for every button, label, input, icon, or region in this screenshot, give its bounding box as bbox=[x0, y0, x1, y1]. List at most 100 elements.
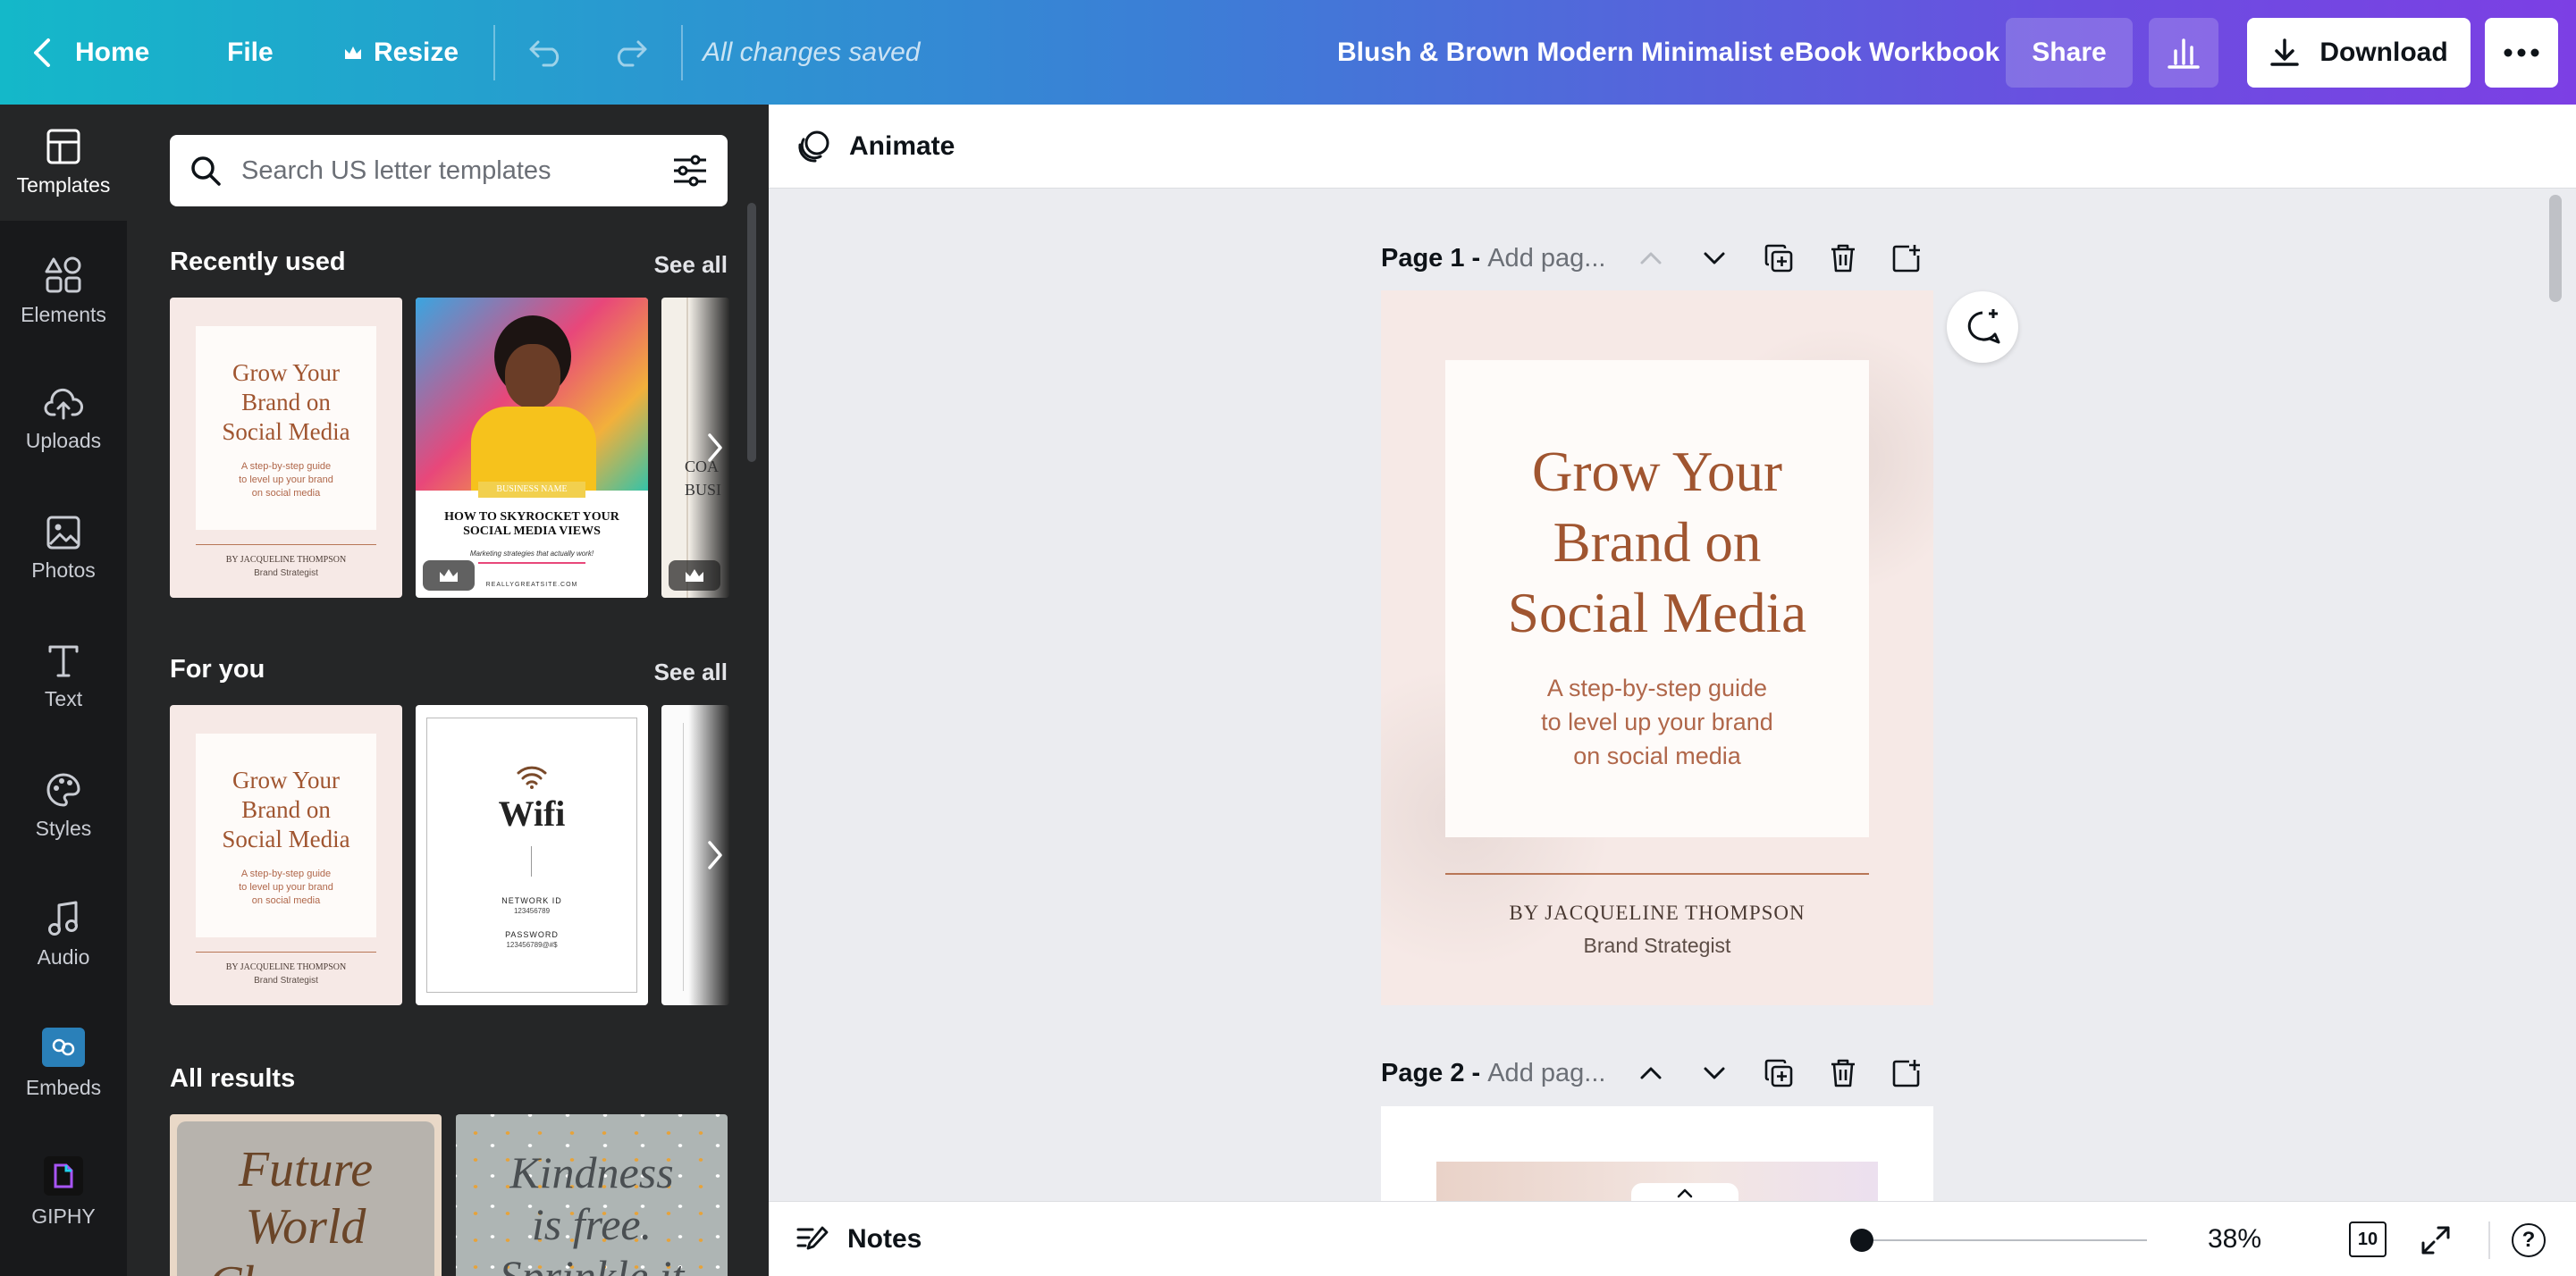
rail-item-text[interactable]: Text bbox=[0, 619, 127, 735]
embeds-icon bbox=[42, 1027, 85, 1067]
recently-used-next-button[interactable] bbox=[697, 412, 733, 483]
thumbnail-title: Future World Changers bbox=[177, 1121, 434, 1276]
network-id-label: NETWORK ID bbox=[501, 896, 562, 905]
thumbnail-title: Wifi bbox=[498, 793, 566, 834]
page-move-up-button[interactable] bbox=[1633, 240, 1669, 276]
page-2-title-input[interactable]: Add pag... bbox=[1487, 1059, 1605, 1088]
canvas-scrollbar[interactable] bbox=[2549, 195, 2562, 302]
elements-icon bbox=[45, 256, 81, 292]
thumbnail-title: Grow Your Brand on Social Media bbox=[222, 359, 350, 445]
all-results-heading: All results bbox=[170, 1064, 296, 1093]
redo-icon bbox=[617, 40, 647, 66]
toolbar-divider bbox=[681, 25, 683, 80]
chevron-right-icon bbox=[708, 841, 722, 869]
page-1-canvas[interactable]: Grow Your Brand on Social Media A step-b… bbox=[1381, 290, 1933, 1005]
animate-toolbar: Animate bbox=[769, 105, 2576, 189]
duplicate-icon bbox=[1764, 1059, 1793, 1087]
rail-item-audio[interactable]: Audio bbox=[0, 877, 127, 993]
photos-icon bbox=[46, 516, 80, 549]
page-1-title-input[interactable]: Add pag... bbox=[1487, 244, 1605, 273]
delete-page-button[interactable] bbox=[1825, 240, 1861, 276]
recently-used-see-all-link[interactable]: See all bbox=[654, 251, 728, 279]
for-you-see-all-link[interactable]: See all bbox=[654, 659, 728, 686]
template-thumbnail-skyrocket[interactable]: BUSINESS NAME HOW TO SKYROCKET YOUR SOCI… bbox=[416, 298, 648, 598]
search-input[interactable]: Search US letter templates bbox=[241, 156, 652, 186]
home-button[interactable]: Home bbox=[32, 0, 149, 105]
rail-item-embeds[interactable]: Embeds bbox=[0, 1005, 127, 1121]
page-move-down-button[interactable] bbox=[1696, 1055, 1732, 1091]
expand-pages-button[interactable] bbox=[1631, 1183, 1738, 1203]
chevron-right-icon bbox=[708, 433, 722, 462]
filter-icon[interactable] bbox=[672, 155, 708, 187]
person-shirt bbox=[471, 407, 596, 491]
page-count-button[interactable]: 10 bbox=[2349, 1221, 2387, 1257]
password-label: PASSWORD bbox=[505, 930, 559, 939]
premium-badge bbox=[423, 560, 475, 591]
bar-chart-icon bbox=[2168, 38, 2200, 69]
add-comment-button[interactable] bbox=[1947, 291, 2018, 363]
more-options-button[interactable] bbox=[2485, 18, 2558, 88]
insights-button[interactable] bbox=[2149, 18, 2218, 88]
page-move-down-button[interactable] bbox=[1696, 240, 1732, 276]
thumbnail-rule bbox=[196, 544, 376, 545]
thumbnail-rule bbox=[478, 562, 585, 564]
for-you-next-button[interactable] bbox=[697, 819, 733, 891]
thumbnail-badge: BUSINESS NAME bbox=[478, 482, 585, 498]
page-2-label: Page 2 - bbox=[1381, 1058, 1481, 1087]
rail-item-uploads[interactable]: Uploads bbox=[0, 362, 127, 478]
thumbnail-title: Kindness is free. Sprinkle it bbox=[499, 1147, 685, 1276]
zoom-level-button[interactable]: 38% bbox=[2208, 1202, 2261, 1276]
rail-label: Text bbox=[44, 686, 83, 710]
template-thumbnail-kindness[interactable]: Kindness is free. Sprinkle it bbox=[456, 1114, 728, 1276]
for-you-heading: For you bbox=[170, 655, 265, 684]
rail-item-giphy[interactable]: GIPHY bbox=[0, 1134, 127, 1250]
duplicate-page-button[interactable] bbox=[1761, 240, 1797, 276]
cover-author[interactable]: BY JACQUELINE THOMPSON bbox=[1381, 902, 1933, 925]
crown-icon bbox=[686, 569, 703, 582]
template-thumbnail-grow-brand[interactable]: Grow Your Brand on Social Media A step-b… bbox=[170, 298, 402, 598]
home-label: Home bbox=[75, 37, 150, 67]
page-move-up-button[interactable] bbox=[1633, 1055, 1669, 1091]
rail-item-templates[interactable]: Templates bbox=[0, 105, 127, 221]
thumbnail-author: BY JACQUELINE THOMPSON bbox=[225, 962, 347, 972]
animate-button[interactable]: Animate bbox=[796, 129, 955, 164]
duplicate-page-button[interactable] bbox=[1761, 1055, 1797, 1091]
chevron-up-icon bbox=[1677, 1188, 1693, 1198]
chevron-left-icon bbox=[34, 38, 50, 67]
help-button[interactable]: ? bbox=[2510, 1221, 2547, 1259]
zoom-slider-handle[interactable] bbox=[1850, 1229, 1873, 1252]
resize-button[interactable]: Resize bbox=[343, 0, 459, 105]
panel-scrollbar[interactable] bbox=[747, 203, 756, 462]
download-button[interactable]: Download bbox=[2247, 18, 2471, 88]
delete-page-button[interactable] bbox=[1825, 1055, 1861, 1091]
template-search-box[interactable]: Search US letter templates bbox=[170, 135, 728, 206]
fullscreen-button[interactable] bbox=[2417, 1221, 2454, 1259]
zoom-slider[interactable] bbox=[1861, 1239, 2147, 1241]
person-face bbox=[505, 344, 560, 408]
add-page-button[interactable] bbox=[1889, 240, 1924, 276]
cover-subtitle[interactable]: A step-by-step guide to level up your br… bbox=[1381, 671, 1933, 773]
expand-icon bbox=[2421, 1226, 2450, 1255]
cover-author-role[interactable]: Brand Strategist bbox=[1381, 934, 1933, 958]
rail-item-styles[interactable]: Styles bbox=[0, 748, 127, 864]
template-thumbnail-grow-brand[interactable]: Grow Your Brand on Social Media A step-b… bbox=[170, 705, 402, 1005]
thumbnail-border bbox=[426, 718, 637, 993]
thumbnail-border bbox=[683, 723, 684, 991]
cover-title[interactable]: Grow Your Brand on Social Media bbox=[1381, 437, 1933, 649]
rail-item-elements[interactable]: Elements bbox=[0, 233, 127, 349]
add-page-button[interactable] bbox=[1889, 1055, 1924, 1091]
notes-button[interactable]: Notes bbox=[796, 1202, 922, 1276]
redo-button[interactable] bbox=[610, 0, 649, 105]
search-icon bbox=[191, 156, 221, 186]
file-menu-button[interactable]: File bbox=[227, 0, 274, 105]
template-thumbnail-future-world[interactable]: Future World Changers bbox=[170, 1114, 442, 1276]
template-thumbnail-wifi[interactable]: Wifi NETWORK ID 123456789 PASSWORD 12345… bbox=[416, 705, 648, 1005]
resize-label: Resize bbox=[374, 37, 459, 67]
undo-button[interactable] bbox=[527, 0, 567, 105]
share-button[interactable]: Share bbox=[2006, 18, 2133, 88]
document-title[interactable]: Blush & Brown Modern Minimalist eBook Wo… bbox=[1337, 0, 1999, 105]
rail-item-photos[interactable]: Photos bbox=[0, 491, 127, 607]
thumbnail-rule bbox=[531, 846, 532, 877]
trash-icon bbox=[1831, 1059, 1855, 1087]
animate-label: Animate bbox=[849, 130, 955, 161]
